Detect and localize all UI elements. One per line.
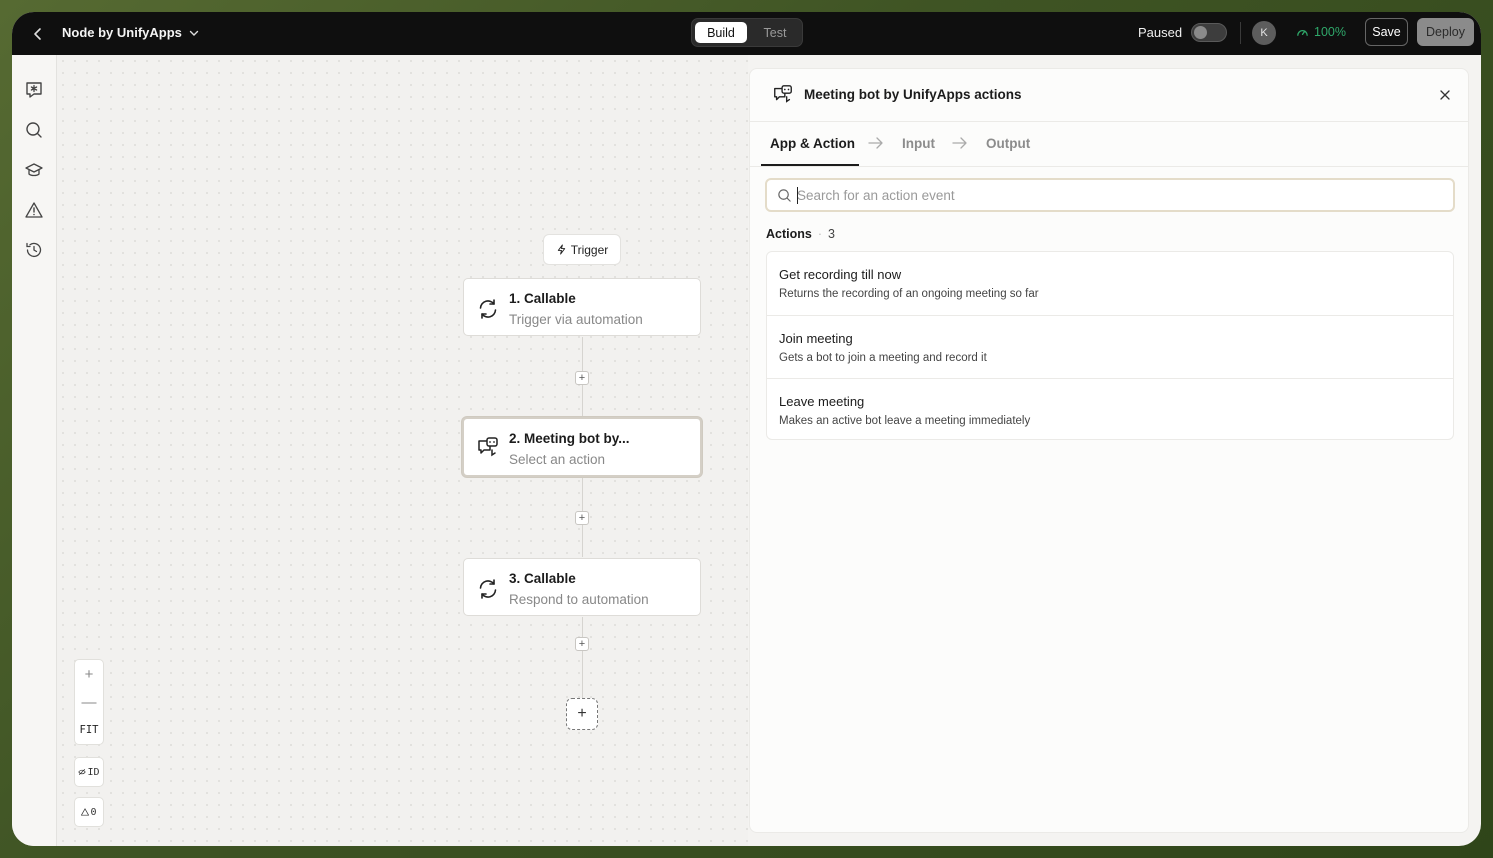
id-label: ID	[87, 766, 100, 778]
tab-app-action[interactable]: App & Action	[770, 136, 855, 151]
action-search	[765, 178, 1455, 212]
eye-off-icon	[78, 768, 87, 776]
divider	[1240, 22, 1241, 44]
search-icon[interactable]	[24, 120, 44, 140]
action-description: Makes an active bot leave a meeting imme…	[779, 415, 1031, 427]
app-title-dropdown[interactable]: Node by UnifyApps	[62, 25, 200, 40]
health-indicator: 100%	[1296, 25, 1346, 39]
insert-step-button[interactable]: +	[575, 637, 589, 651]
workflow-node[interactable]: 1. Callable Trigger via automation	[463, 278, 701, 336]
deploy-button[interactable]: Deploy	[1417, 18, 1474, 46]
search-input[interactable]	[797, 180, 1437, 210]
node-subtitle: Trigger via automation	[509, 312, 643, 327]
tab-test[interactable]: Test	[753, 22, 797, 43]
workflow-node[interactable]: 3. Callable Respond to automation	[463, 558, 701, 616]
insert-step-button[interactable]: +	[575, 371, 589, 385]
warnings-count: 0	[90, 806, 97, 818]
search-icon	[778, 189, 791, 202]
active-tab-indicator	[761, 164, 859, 166]
node-title: 1. Callable	[509, 291, 576, 306]
action-title: Join meeting	[779, 331, 853, 346]
warning-icon	[81, 808, 90, 816]
action-description: Gets a bot to join a meeting and record …	[779, 352, 987, 364]
node-title: 2. Meeting bot by...	[509, 431, 630, 446]
warnings-button[interactable]: 0	[74, 797, 104, 827]
trigger-label: Trigger	[570, 242, 609, 257]
arrow-right-icon	[868, 137, 883, 149]
app-window: Node by UnifyApps Build Test Paused K 10…	[12, 12, 1481, 846]
panel-header: Meeting bot by UnifyApps actions	[750, 69, 1468, 122]
warning-icon[interactable]	[24, 200, 44, 220]
list-item[interactable]: Join meeting Gets a bot to join a meetin…	[767, 315, 1453, 378]
tab-input[interactable]: Input	[902, 136, 935, 151]
zoom-fit-button[interactable]: FIT	[75, 716, 103, 744]
node-subtitle: Select an action	[509, 452, 606, 467]
tab-output[interactable]: Output	[986, 136, 1030, 151]
sync-icon	[479, 579, 497, 599]
zoom-out-button[interactable]: —	[75, 688, 103, 716]
tab-build[interactable]: Build	[695, 22, 747, 43]
list-item[interactable]: Get recording till now Returns the recor…	[767, 252, 1453, 315]
panel-title: Meeting bot by UnifyApps actions	[804, 87, 1022, 102]
add-step-button[interactable]: +	[566, 698, 598, 730]
mode-switch: Build Test	[691, 18, 803, 47]
toggle-id-button[interactable]: ID	[74, 757, 104, 787]
paused-toggle[interactable]	[1191, 23, 1227, 42]
action-title: Leave meeting	[779, 394, 865, 409]
zoom-in-button[interactable]: +	[75, 660, 103, 688]
list-item[interactable]: Leave meeting Makes an active bot leave …	[767, 378, 1453, 439]
lightning-icon	[557, 244, 565, 255]
status-label: Paused	[1138, 25, 1183, 40]
ai-assistant-icon[interactable]	[24, 80, 44, 100]
back-arrow-icon[interactable]	[28, 24, 48, 44]
zoom-controls: + — FIT	[74, 659, 104, 745]
step-tabs: App & Action Input Output	[750, 121, 1468, 167]
separator-dot: ·	[817, 227, 823, 241]
meeting-bot-icon	[478, 437, 498, 457]
sync-icon	[479, 299, 497, 319]
node-title: 3. Callable	[509, 571, 576, 586]
workflow-node-selected[interactable]: 2. Meeting bot by... Select an action	[462, 417, 702, 477]
connector-line	[582, 617, 583, 698]
close-icon[interactable]	[1438, 88, 1452, 102]
actions-panel: Meeting bot by UnifyApps actions App & A…	[749, 68, 1469, 833]
save-button[interactable]: Save	[1365, 18, 1408, 46]
arrow-right-icon	[952, 137, 967, 149]
actions-label: Actions	[766, 227, 812, 241]
text-caret	[797, 187, 798, 204]
action-title: Get recording till now	[779, 267, 902, 282]
action-description: Returns the recording of an ongoing meet…	[779, 288, 1039, 300]
node-subtitle: Respond to automation	[509, 592, 649, 607]
app-title: Node by UnifyApps	[62, 25, 182, 40]
avatar[interactable]: K	[1252, 21, 1276, 45]
trigger-chip[interactable]: Trigger	[543, 234, 621, 265]
chevron-down-icon	[189, 30, 199, 36]
actions-count: 3	[828, 227, 835, 241]
actions-header: Actions · 3	[766, 227, 835, 241]
history-icon[interactable]	[24, 240, 44, 260]
left-rail	[12, 55, 57, 846]
insert-step-button[interactable]: +	[575, 511, 589, 525]
graduation-cap-icon[interactable]	[24, 160, 44, 180]
health-value: 100%	[1314, 25, 1346, 39]
meeting-bot-icon	[774, 85, 792, 103]
gauge-icon	[1297, 29, 1308, 36]
top-bar: Node by UnifyApps Build Test Paused K 10…	[12, 12, 1481, 55]
actions-list: Get recording till now Returns the recor…	[766, 251, 1454, 440]
workflow-canvas[interactable]: Trigger 1. Callable Trigger via automati…	[57, 55, 748, 846]
